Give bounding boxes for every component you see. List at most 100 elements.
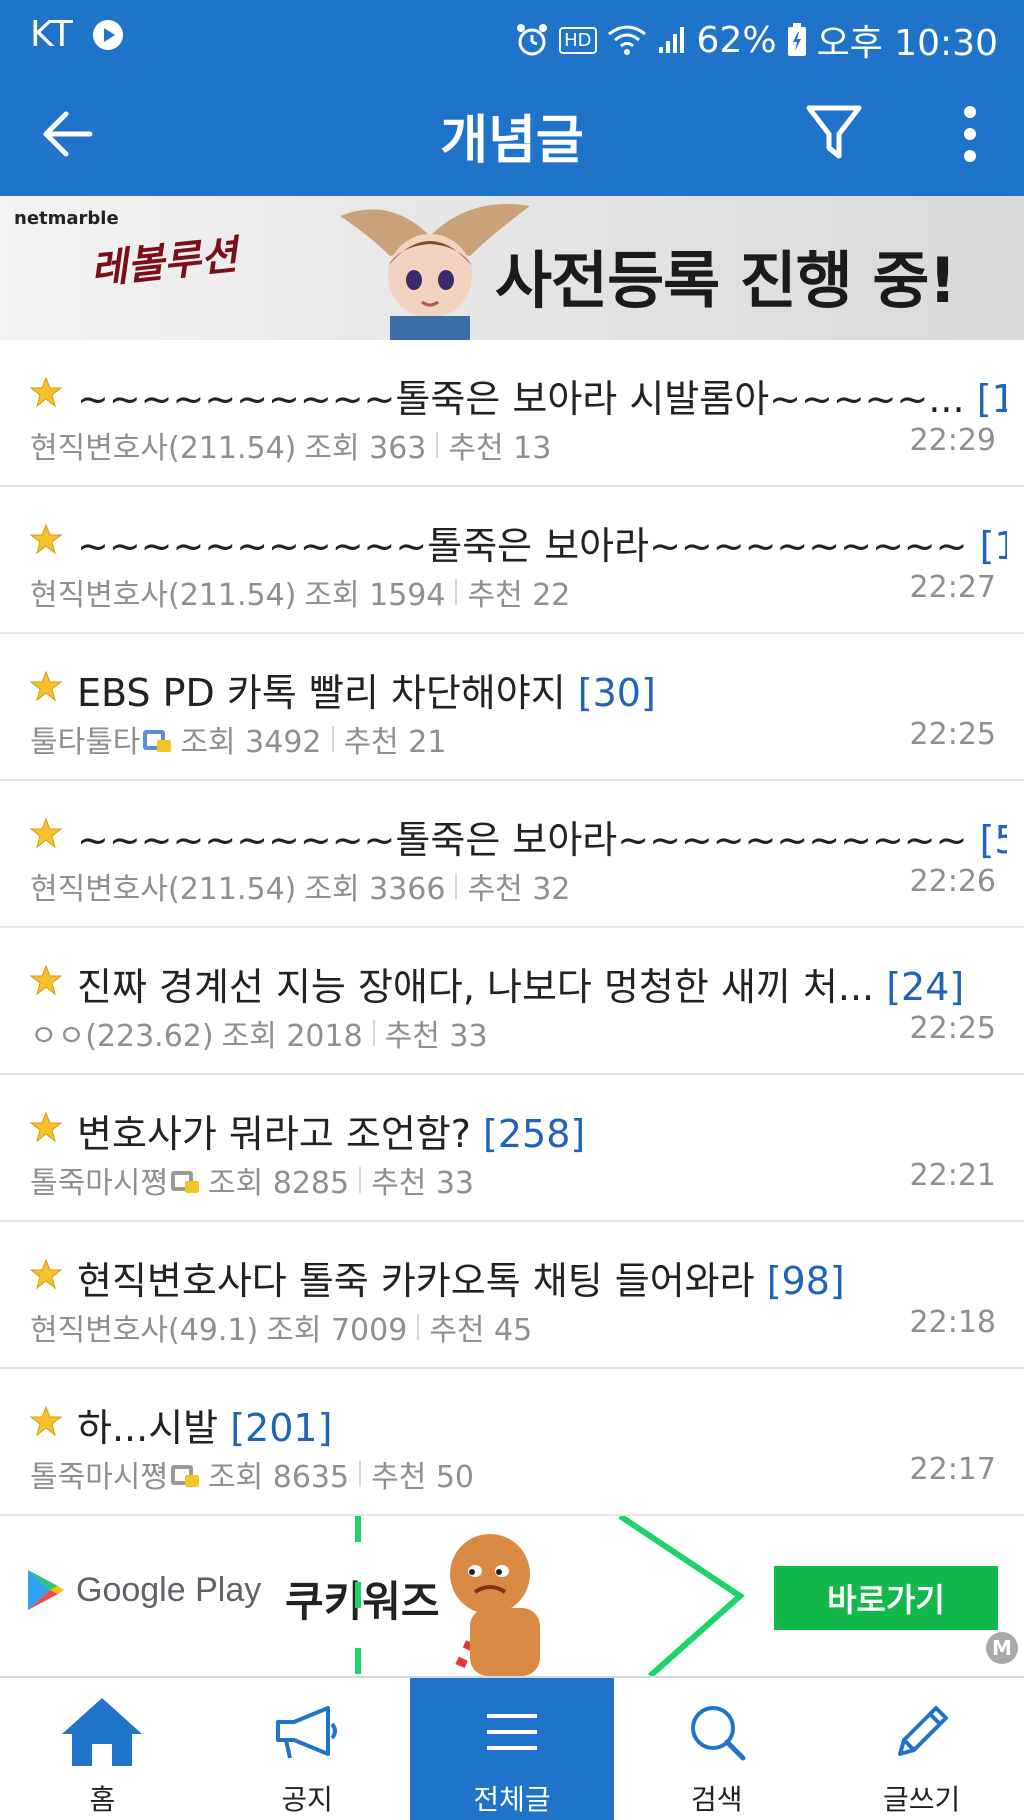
post-title-text: ~~~~~~~~~~~톨죽은 보아라~~~~~~~~~~ — [77, 524, 968, 568]
game-logo: 레볼루션 — [88, 231, 240, 294]
tab-home[interactable]: 홈 — [0, 1678, 205, 1820]
search-icon — [673, 1692, 761, 1772]
post-recommends: 추천 33 — [371, 1166, 475, 1201]
tab-label: 검색 — [691, 1783, 743, 1816]
post-author: 현직변호사(211.54) — [30, 872, 297, 907]
post-title: ~~~~~~~~~~~톨죽은 보아라~~~~~~~~~~ [14] — [77, 515, 1007, 570]
tab-label: 글쓰기 — [882, 1783, 961, 1816]
post-recommends: 추천 21 — [343, 725, 447, 760]
comment-count: [258] — [483, 1112, 586, 1156]
post-author: 톨죽마시쪙 — [30, 1460, 168, 1495]
post-author: ㅇㅇ(223.62) — [30, 1019, 214, 1054]
post-views: 조회 363 — [304, 431, 427, 466]
comment-count: [14] — [979, 524, 1007, 568]
post-row[interactable]: 현직변호사다 톨죽 카카오톡 채팅 들어와라 [98] 현직변호사(49.1) 조… — [0, 1222, 1024, 1369]
post-views: 조회 1594 — [304, 578, 446, 613]
post-title: ~~~~~~~~~~톨죽은 보아라~~~~~~~~~~~ [50] — [77, 809, 1007, 864]
tab-notice[interactable]: 공지 — [205, 1678, 410, 1820]
post-time: 22:25 — [909, 1011, 996, 1046]
star-icon — [29, 1258, 63, 1290]
post-meta: 툴타툴타 조회 3492 추천 21 — [30, 717, 446, 761]
filter-icon[interactable] — [805, 102, 863, 164]
post-author: 툴타툴타 — [30, 725, 141, 760]
post-views: 조회 2018 — [221, 1019, 363, 1054]
post-title-text: 현직변호사다 톨죽 카카오톡 채팅 들어와라 — [77, 1259, 755, 1303]
post-recommends: 추천 32 — [467, 872, 571, 907]
comment-count: [98] — [766, 1259, 845, 1303]
tab-all-posts[interactable]: 전체글 — [409, 1678, 615, 1820]
post-author: 톨죽마시쪙 — [30, 1166, 168, 1201]
post-title-text: 하...시발 — [77, 1406, 219, 1450]
post-recommends: 추천 33 — [384, 1019, 488, 1054]
post-title: 하...시발 [201] — [77, 1397, 1007, 1452]
bottom-tab-bar: 홈 공지 전체글 검색 글쓰기 — [0, 1676, 1024, 1820]
post-time: 22:26 — [909, 864, 996, 899]
post-row[interactable]: ~~~~~~~~~~톨죽은 보아라~~~~~~~~~~~ [50] 현직변호사(… — [0, 781, 1024, 928]
post-title: 현직변호사다 톨죽 카카오톡 채팅 들어와라 [98] — [77, 1250, 1007, 1305]
page-title: 개념글 — [440, 111, 584, 171]
post-views: 조회 8285 — [208, 1166, 350, 1201]
post-author: 현직변호사(49.1) — [30, 1313, 259, 1348]
post-row[interactable]: 하...시발 [201] 톨죽마시쪙 조회 8635 추천 50 22:17 — [0, 1369, 1024, 1516]
status-bar: KT HD 62% 오후 10:30 — [0, 0, 1024, 72]
bottom-banner-ad[interactable]: Google Play 쿠키워즈 바로가기 M — [0, 1516, 1024, 1676]
star-icon — [29, 1405, 63, 1437]
member-badge-icon — [170, 1167, 200, 1193]
home-icon — [58, 1692, 146, 1772]
post-row[interactable]: EBS PD 카톡 빨리 차단해야지 [30] 툴타툴타 조회 3492 추천 21… — [0, 634, 1024, 781]
tab-search[interactable]: 검색 — [614, 1678, 819, 1820]
post-meta: 현직변호사(211.54) 조회 3366 추천 32 — [30, 864, 570, 908]
post-title-text: ~~~~~~~~~~톨죽은 보아라~~~~~~~~~~~ — [77, 818, 968, 862]
star-icon — [29, 964, 63, 996]
post-title-text: EBS PD 카톡 빨리 차단해야지 — [77, 671, 566, 715]
post-title-text: ~~~~~~~~~~톨죽은 보아라 시발롬아~~~~~... — [77, 377, 965, 421]
tab-label: 홈 — [89, 1783, 116, 1816]
post-meta: 현직변호사(211.54) 조회 1594 추천 22 — [30, 570, 570, 614]
comment-count: [201] — [230, 1406, 333, 1450]
post-row[interactable]: 진짜 경계선 지능 장애다, 나보다 멍청한 새끼 처... [24] ㅇㅇ(2… — [0, 928, 1024, 1075]
post-row[interactable]: ~~~~~~~~~~톨죽은 보아라 시발롬아~~~~~... [10] 현직변호… — [0, 340, 1024, 487]
alarm-icon — [515, 22, 549, 58]
post-time: 22:29 — [909, 423, 996, 458]
post-meta: 톨죽마시쪙 조회 8285 추천 33 — [30, 1158, 474, 1202]
post-title: 진짜 경계선 지능 장애다, 나보다 멍청한 새끼 처... [24] — [77, 956, 1007, 1011]
more-options-icon[interactable] — [955, 102, 985, 166]
divider — [455, 873, 458, 899]
megaphone-icon — [263, 1692, 351, 1772]
comment-count: [10] — [976, 377, 1007, 421]
post-row[interactable]: ~~~~~~~~~~~톨죽은 보아라~~~~~~~~~~ [14] 현직변호사(… — [0, 487, 1024, 634]
post-recommends: 추천 45 — [429, 1313, 533, 1348]
top-banner-ad[interactable]: netmarble 레볼루션 사전등록 진행 중! — [0, 196, 1024, 340]
post-author: 현직변호사(211.54) — [30, 431, 297, 466]
post-views: 조회 7009 — [266, 1313, 408, 1348]
hd-icon: HD — [559, 26, 597, 54]
star-icon — [29, 376, 63, 408]
google-play-logo: Google Play — [26, 1568, 261, 1612]
member-badge-icon — [170, 1461, 200, 1487]
pencil-icon — [878, 1692, 966, 1772]
battery-icon — [787, 23, 807, 57]
ad-brand: netmarble — [14, 208, 119, 229]
hd-label: HD — [564, 29, 592, 51]
go-button[interactable]: 바로가기 — [774, 1566, 998, 1630]
divider — [372, 1020, 375, 1046]
cookie-character-illustration — [350, 1516, 760, 1676]
post-time: 22:21 — [909, 1158, 996, 1193]
clock: 오후 10:30 — [816, 23, 998, 64]
post-meta: 톨죽마시쪙 조회 8635 추천 50 — [30, 1452, 474, 1496]
post-views: 조회 3366 — [304, 872, 446, 907]
post-time: 22:17 — [909, 1452, 996, 1487]
member-badge-icon — [142, 726, 172, 752]
post-row[interactable]: 변호사가 뭐라고 조언함? [258] 톨죽마시쪙 조회 8285 추천 33 22… — [0, 1075, 1024, 1222]
tab-write[interactable]: 글쓰기 — [819, 1678, 1024, 1820]
divider — [455, 579, 458, 605]
post-title-text: 진짜 경계선 지능 장애다, 나보다 멍청한 새끼 처... — [77, 965, 875, 1009]
divider — [417, 1314, 420, 1340]
post-meta: 현직변호사(49.1) 조회 7009 추천 45 — [30, 1305, 532, 1349]
star-icon — [29, 670, 63, 702]
tab-label: 전체글 — [473, 1783, 551, 1816]
play-icon — [91, 18, 125, 52]
post-author: 현직변호사(211.54) — [30, 578, 297, 613]
signal-icon — [657, 25, 687, 55]
ad-mark-icon[interactable]: M — [986, 1632, 1018, 1664]
